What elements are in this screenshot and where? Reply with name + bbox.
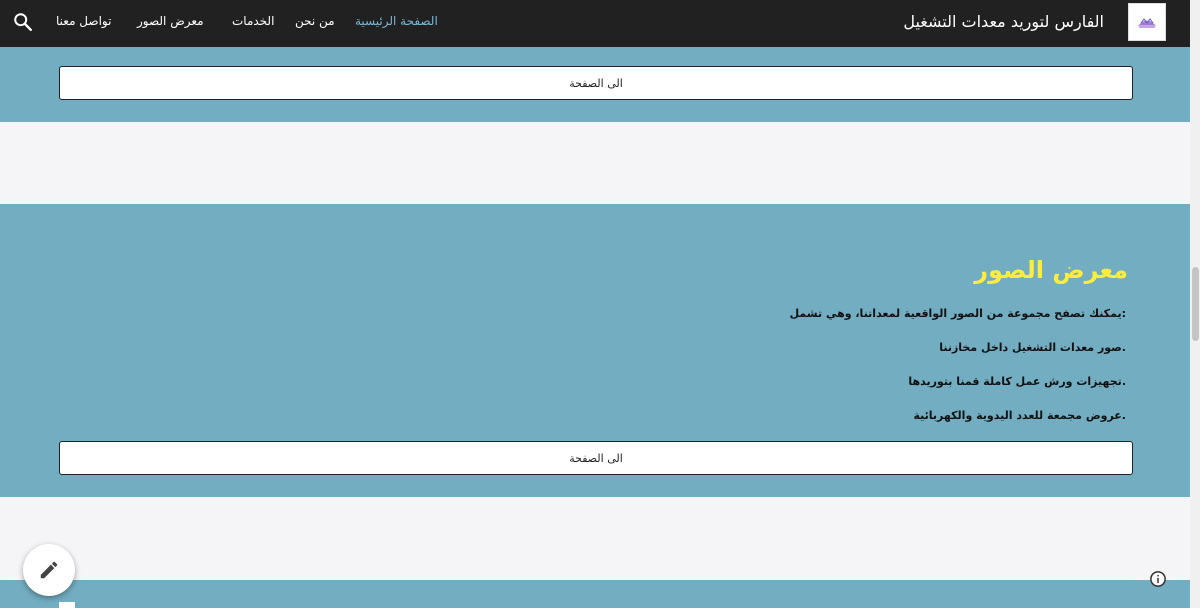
go-to-page-button-top[interactable]: الى الصفحة xyxy=(59,66,1133,100)
edit-button[interactable] xyxy=(23,544,75,596)
nav-services[interactable]: الخدمات xyxy=(232,14,274,28)
site-title[interactable]: الفارس لتوريد معدات التشغيل xyxy=(903,12,1104,31)
logo-icon xyxy=(1138,18,1156,28)
pencil-icon xyxy=(40,561,58,579)
nav-about[interactable]: من نحن xyxy=(295,14,335,28)
section-band-bottom xyxy=(0,580,1190,608)
go-to-page-button-gallery[interactable]: الى الصفحة xyxy=(59,441,1133,475)
nav-gallery[interactable]: معرض الصور xyxy=(137,14,204,28)
scrollbar-thumb[interactable] xyxy=(1192,267,1199,341)
info-icon[interactable] xyxy=(1149,570,1167,588)
partial-element xyxy=(59,602,75,608)
gallery-line-3: .عروض مجمعة للعدد اليدوية والكهربائية xyxy=(913,409,1127,422)
nav-contact[interactable]: تواصل معنا xyxy=(56,14,111,28)
gallery-line-1: .صور معدات التشغيل داخل مخازننا xyxy=(939,341,1126,354)
top-navigation-bar: الفارس لتوريد معدات التشغيل الصفحة الرئي… xyxy=(0,0,1190,47)
search-icon[interactable] xyxy=(12,11,34,33)
gallery-line-2: .تجهيزات ورش عمل كاملة قمنا بتوريدها xyxy=(908,375,1126,388)
gallery-intro: :يمكنك تصفح مجموعة من الصور الواقعية لمع… xyxy=(789,307,1126,320)
nav-home[interactable]: الصفحة الرئيسية xyxy=(355,14,438,28)
gallery-title: معرض الصور xyxy=(974,256,1128,284)
site-logo[interactable] xyxy=(1128,3,1166,41)
